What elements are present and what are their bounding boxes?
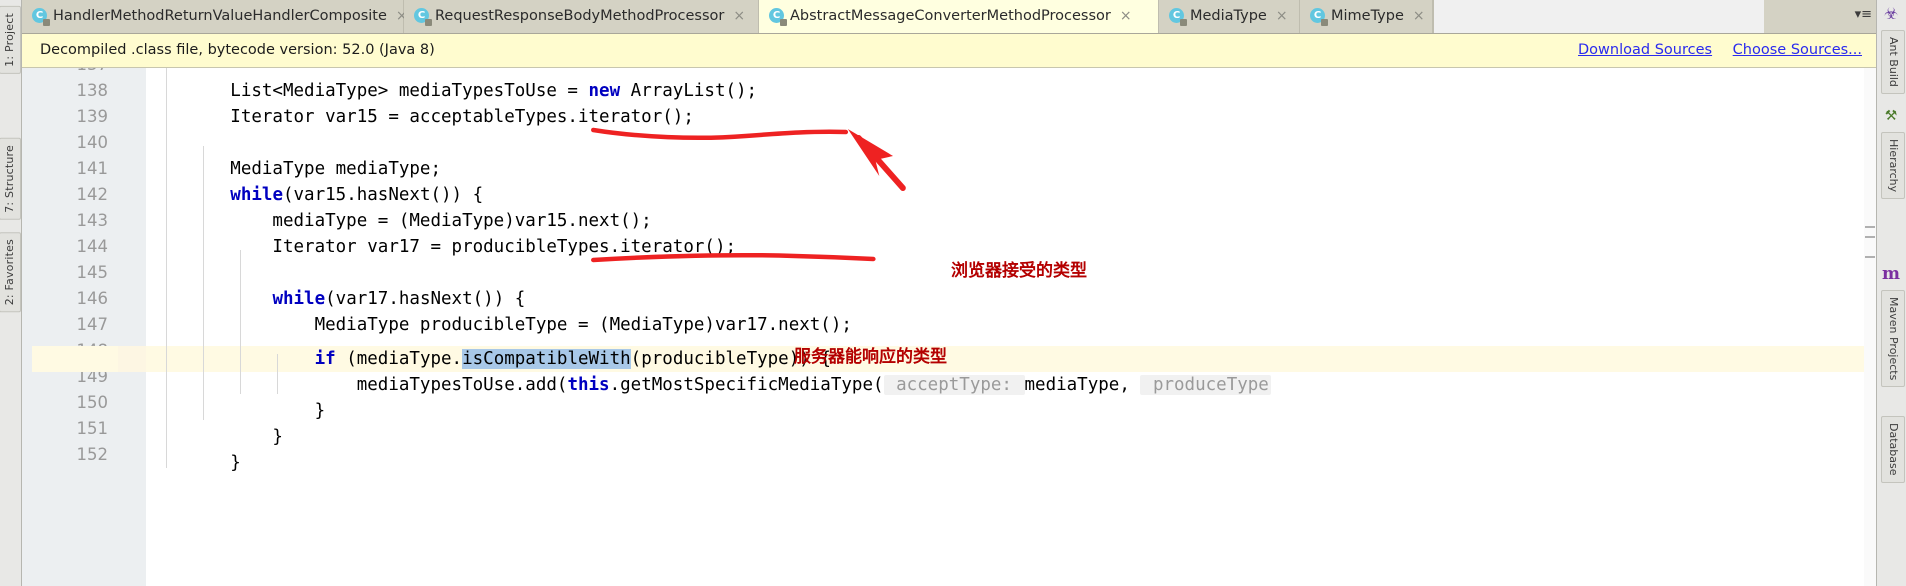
line-number-150: 150 [76, 393, 109, 412]
code-line-141[interactable]: MediaType mediaType; [146, 156, 441, 182]
idea-editor-window: 1: Project 7: Structure 2: Favorites ☣ A… [0, 0, 1906, 586]
download-sources-link[interactable]: Download Sources [1578, 42, 1712, 58]
editor-tab-label: MediaType [1190, 8, 1267, 24]
code-line-143[interactable]: mediaType = (MediaType)var15.next(); [146, 208, 651, 234]
bug-icon: ☣ [1883, 4, 1899, 23]
code-line-150[interactable]: } [146, 398, 326, 424]
tool-button-hierarchy[interactable]: Hierarchy [1881, 132, 1905, 200]
current-line-gutter-highlight [32, 346, 118, 372]
line-number-152: 152 [76, 445, 109, 464]
code-line-142[interactable]: while(var15.hasNext()) { [146, 182, 483, 208]
tool-button-database[interactable]: Database [1881, 416, 1905, 483]
lock-icon [425, 19, 432, 26]
tab-close-icon[interactable]: × [1413, 0, 1425, 33]
line-number-142: 142 [76, 185, 109, 204]
code-text-area[interactable]: List<MediaType> mediaTypesToUse = new Ar… [146, 68, 1876, 586]
editor-tab-bar[interactable]: C HandlerMethodReturnValueHandlerComposit… [22, 0, 1876, 34]
editor-tab-handlermethodreturnvaluehandlercomposite[interactable]: C HandlerMethodReturnValueHandlerComposit… [22, 0, 408, 33]
line-number-140: 140 [76, 133, 109, 152]
lock-icon [43, 19, 50, 26]
parameter-hint-accepttype: acceptType: [883, 375, 1025, 395]
code-line-149[interactable]: mediaTypesToUse.add(this.getMostSpecific… [146, 372, 1271, 398]
line-number-144: 144 [76, 237, 109, 256]
java-class-icon: C [414, 8, 432, 26]
editor-tab-label: RequestResponseBodyMethodProcessor [435, 8, 725, 24]
selected-identifier[interactable]: isCompatibleWith [462, 349, 631, 369]
code-line-148[interactable]: if (mediaType.isCompatibleWith(producibl… [146, 346, 831, 372]
notification-message: Decompiled .class file, bytecode version… [40, 42, 435, 58]
tool-button-ant-build[interactable]: Ant Build [1881, 30, 1905, 94]
scrollbar-mark [1865, 226, 1875, 228]
java-class-icon: C [1310, 8, 1328, 26]
code-folding-gutter[interactable] [118, 68, 147, 586]
maven-m-icon: m [1882, 264, 1900, 284]
tool-button-maven-projects[interactable]: Maven Projects [1881, 290, 1905, 388]
line-number-137: 137 [77, 68, 109, 78]
editor-tab-label: MimeType [1331, 8, 1404, 24]
parameter-hint-producetype: produceType [1140, 375, 1271, 395]
left-tool-window-bar: 1: Project 7: Structure 2: Favorites [0, 0, 22, 586]
tab-close-icon[interactable]: × [1120, 0, 1132, 33]
tab-close-icon[interactable]: × [733, 0, 745, 33]
editor-tab-label: AbstractMessageConverterMethodProcessor [790, 8, 1111, 24]
lock-icon [1321, 19, 1328, 26]
line-number-141: 141 [76, 159, 109, 178]
scrollbar-mark [1865, 236, 1875, 238]
code-line-152[interactable]: } [146, 450, 241, 476]
editor-tab-abstractmessageconvertermethodprocessor[interactable]: C AbstractMessageConverterMethodProcessor… [759, 0, 1159, 33]
tab-close-icon[interactable]: × [1276, 0, 1288, 33]
editor-tab-label: HandlerMethodReturnValueHandlerComposite [53, 8, 387, 24]
annotation-server-produce-types: 服务器能响应的类型 [794, 347, 947, 367]
editor-tab-requestresponsebodymethodprocessor[interactable]: C RequestResponseBodyMethodProcessor × [404, 0, 759, 33]
tool-button-favorites[interactable]: 2: Favorites [0, 232, 21, 313]
code-editor[interactable]: 1371381391401411421431441451461471481491… [22, 68, 1876, 586]
java-class-icon: C [32, 8, 50, 26]
java-class-icon: C [769, 8, 787, 26]
line-number-151: 151 [76, 419, 109, 438]
line-number-143: 143 [76, 211, 109, 230]
code-line-144[interactable]: Iterator var17 = producibleTypes.iterato… [146, 234, 736, 260]
line-number-gutter: 1371381391401411421431441451461471481491… [32, 68, 118, 586]
tab-list-chevron-down-icon[interactable]: ▾≡ [1855, 7, 1872, 22]
code-line-139[interactable]: Iterator var15 = acceptableTypes.iterato… [146, 104, 694, 130]
lock-icon [780, 19, 787, 26]
line-number-145: 145 [76, 263, 109, 282]
editor-tab-mediatype[interactable]: C MediaType × [1159, 0, 1300, 33]
current-line-fold-highlight [118, 346, 146, 372]
lock-icon [1180, 19, 1187, 26]
code-line-151[interactable]: } [146, 424, 283, 450]
line-number-146: 146 [76, 289, 109, 308]
right-tool-window-bar: ☣ Ant Build ⚒ Hierarchy m Maven Projects… [1876, 0, 1906, 586]
line-number-139: 139 [76, 107, 109, 126]
line-number-138: 138 [76, 81, 109, 100]
annotation-browser-accept-types: 浏览器接受的类型 [951, 261, 1087, 281]
ant-icon: ⚒ [1884, 108, 1898, 124]
choose-sources-link[interactable]: Choose Sources... [1733, 42, 1862, 58]
tab-bar-empty-space [1433, 0, 1764, 33]
notification-actions[interactable]: Download Sources Choose Sources... [1562, 42, 1862, 58]
code-line-138[interactable]: List<MediaType> mediaTypesToUse = new Ar… [146, 78, 757, 104]
decompiled-file-notification-bar: Decompiled .class file, bytecode version… [22, 34, 1876, 68]
java-class-icon: C [1169, 8, 1187, 26]
line-number-147: 147 [76, 315, 109, 334]
tool-button-project[interactable]: 1: Project [0, 6, 21, 74]
editor-scrollbar[interactable] [1864, 68, 1876, 586]
scrollbar-mark [1865, 256, 1875, 258]
editor-tab-mimetype[interactable]: C MimeType × [1300, 0, 1433, 33]
code-line-147[interactable]: MediaType producibleType = (MediaType)va… [146, 312, 852, 338]
tool-button-structure[interactable]: 7: Structure [0, 138, 21, 220]
code-line-146[interactable]: while(var17.hasNext()) { [146, 286, 525, 312]
